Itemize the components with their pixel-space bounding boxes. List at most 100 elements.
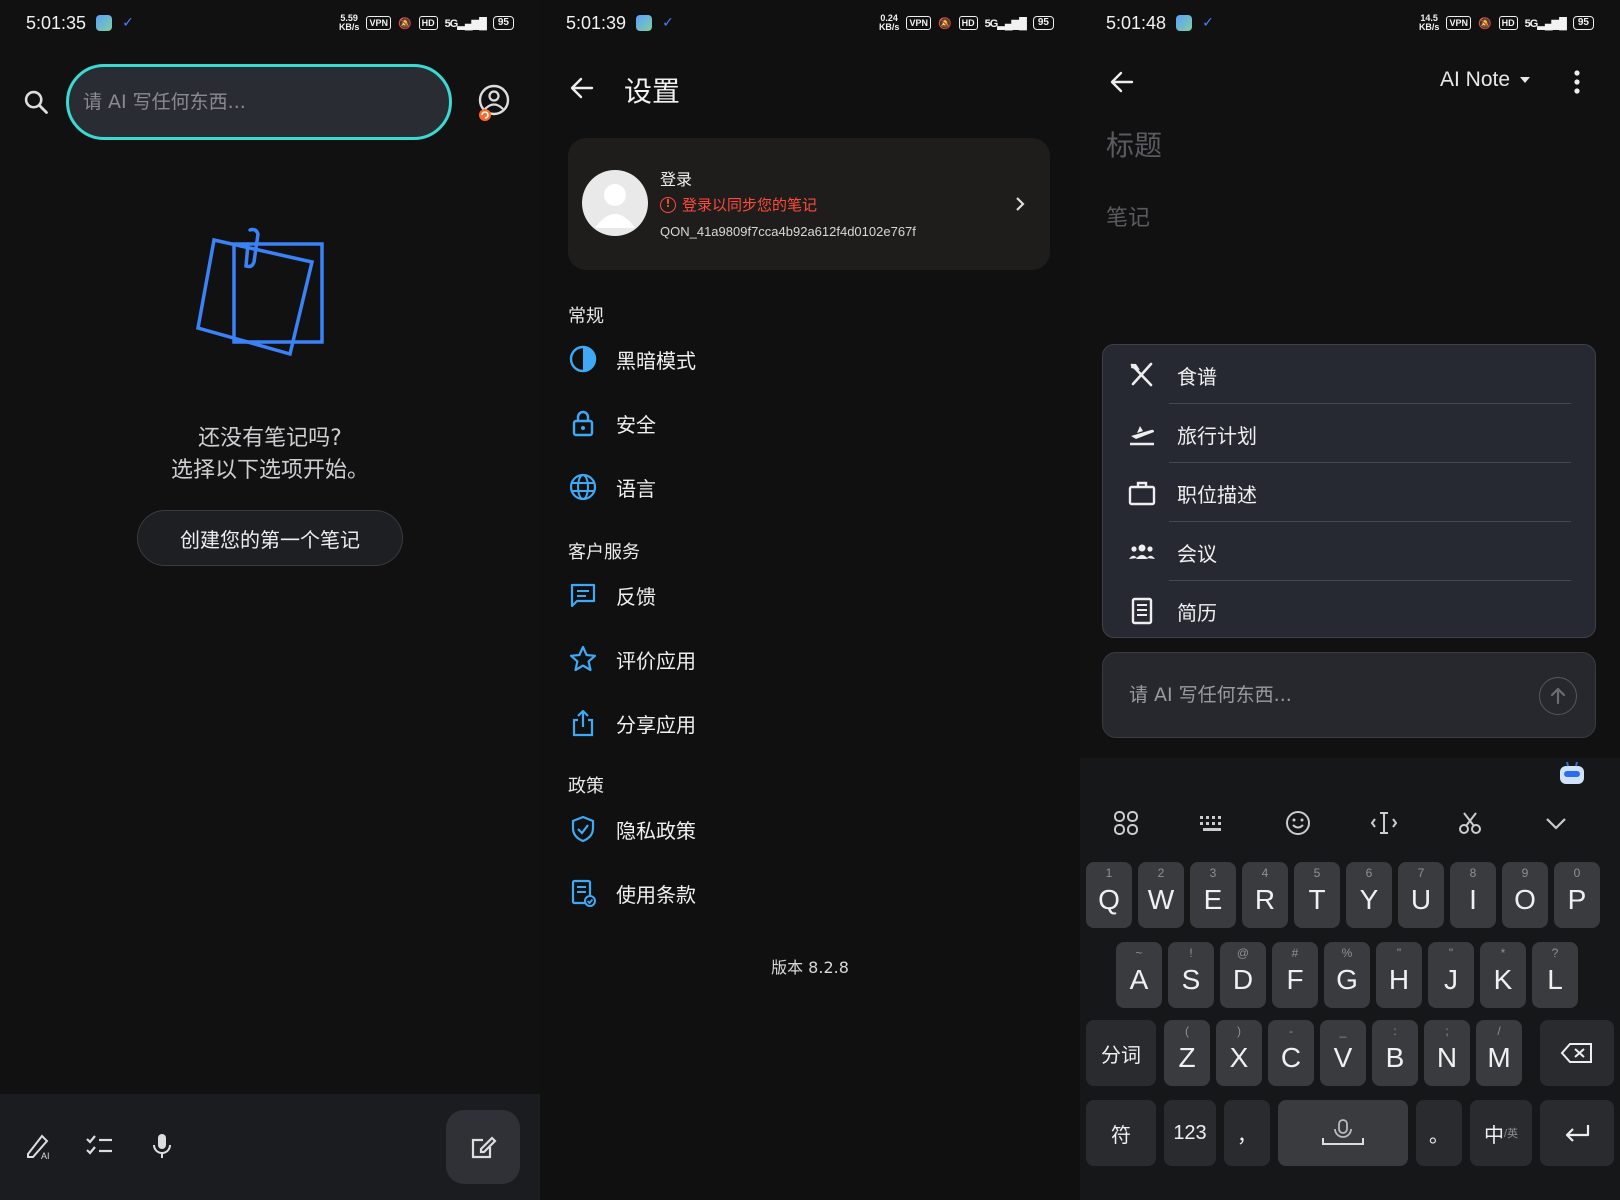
key-label: N [1436,1042,1458,1073]
key-numbers[interactable]: 123 [1164,1100,1216,1166]
people-icon [1129,544,1155,559]
key-e[interactable]: 3E [1190,862,1236,928]
ai-search-bar[interactable] [66,64,452,140]
key-b[interactable]: :B [1372,1020,1418,1086]
key-p[interactable]: 0P [1554,862,1600,928]
template-job-description[interactable]: 职位描述 [1127,463,1571,523]
key-k[interactable]: * K [1480,942,1526,1008]
collapse-keyboard-icon[interactable] [1538,808,1574,838]
keyboard-layout-icon[interactable] [1194,808,1230,838]
search-icon[interactable] [22,88,50,116]
apps-grid-icon[interactable] [1108,808,1144,838]
checklist-icon[interactable] [84,1130,116,1162]
key-secondary-label: # [1291,946,1299,960]
voice-space-icon [1322,1119,1364,1145]
vpn-badge: VPN [366,16,391,30]
note-title-field[interactable]: 标题 [1106,124,1162,164]
hd-badge: HD [1498,16,1518,30]
key-o[interactable]: 9O [1502,862,1548,928]
key-i[interactable]: 8I [1450,862,1496,928]
back-arrow-icon[interactable] [1108,68,1136,96]
signal-icon: 5G▂▄▆█ [984,17,1027,30]
backspace-key[interactable] [1540,1020,1614,1086]
ai-search-input[interactable] [83,91,449,113]
key-g[interactable]: % G [1324,942,1370,1008]
key-l[interactable]: ? L [1532,942,1578,1008]
status-bar: 5:01:35 ✓ 5.59 KB/s VPN 🔕 HD 5G▂▄▆█ 95 [26,8,514,38]
note-body-field[interactable]: 笔记 [1106,200,1150,232]
key-label: D [1232,964,1254,995]
key-n[interactable]: ; N [1424,1020,1470,1086]
scissors-icon[interactable] [1452,808,1488,838]
utensils-icon [1130,362,1153,387]
more-vert-icon[interactable] [1568,68,1586,96]
key-language-switch[interactable]: 中/英 [1470,1100,1532,1166]
setting-dark-mode[interactable]: 黑暗模式 [568,334,1048,384]
status-time: 5:01:39 [566,12,627,33]
key-label: J [1444,964,1458,995]
key-x[interactable]: ) X [1216,1020,1262,1086]
key-secondary-label: " [1448,946,1454,960]
handwriting-icon[interactable]: AI [22,1130,54,1162]
key-t[interactable]: 5T [1294,862,1340,928]
key-v[interactable]: _ V [1320,1020,1366,1086]
feedback-icon [570,583,596,608]
microphone-icon[interactable] [146,1130,178,1162]
backspace-icon [1560,1043,1592,1063]
key-f[interactable]: # F [1272,942,1318,1008]
key-y[interactable]: 6Y [1346,862,1392,928]
key-symbols[interactable]: 符 [1086,1100,1156,1166]
key-q[interactable]: 1Q [1086,862,1132,928]
key-comma[interactable]: ， [1224,1100,1270,1166]
key-r[interactable]: 4R [1242,862,1288,928]
back-arrow-icon[interactable] [568,74,596,102]
key-d[interactable]: @ D [1220,942,1266,1008]
emoji-icon[interactable] [1280,808,1316,838]
key-u[interactable]: 7U [1398,862,1444,928]
setting-terms[interactable]: 使用条款 [568,868,1048,918]
cursor-move-icon[interactable] [1366,808,1402,838]
key-c[interactable]: -C [1268,1020,1314,1086]
account-card[interactable]: 登录 ! 登录以同步您的笔记 QON_41a9809f7cca4b92a612f… [568,138,1050,270]
ai-prompt-input[interactable] [1129,684,1509,706]
key-secondary-label: ~ [1135,946,1143,960]
key-label: F [1286,964,1304,995]
keyboard-assistant-icon[interactable] [1558,760,1586,786]
key-a[interactable]: ~ A [1116,942,1162,1008]
send-button[interactable] [1539,677,1577,715]
key-secondary-label: - [1289,1024,1293,1038]
profile-icon[interactable] [476,84,512,124]
space-key[interactable] [1278,1100,1408,1166]
ai-prompt-box[interactable] [1102,652,1596,738]
key-label: Z [1178,1042,1196,1073]
key-z[interactable]: (Z [1164,1020,1210,1086]
key-fenci[interactable]: 分词 [1086,1020,1156,1086]
key-label: G [1336,964,1358,995]
key-h[interactable]: " H [1376,942,1422,1008]
setting-language[interactable]: 语言 [568,462,1048,512]
model-selector-dropdown[interactable]: AI Note [1440,68,1531,92]
setting-share-app[interactable]: 分享应用 [568,698,1048,748]
template-travel-plan[interactable]: 旅行计划 [1127,404,1571,464]
key-secondary-label: ? [1551,946,1559,960]
template-recipe[interactable]: 食谱 [1127,345,1571,405]
setting-security[interactable]: 安全 [568,398,1048,448]
enter-key[interactable] [1540,1100,1614,1166]
setting-privacy-policy[interactable]: 隐私政策 [568,804,1048,854]
key-secondary-label: 1 [1105,866,1113,880]
warning-icon: ! [660,196,676,213]
key-period[interactable]: 。 [1416,1100,1462,1166]
vpn-badge: VPN [906,16,931,30]
setting-rate-app[interactable]: 评价应用 [568,634,1048,684]
setting-feedback[interactable]: 反馈 [568,570,1048,620]
key-w[interactable]: 2W [1138,862,1184,928]
create-first-note-button[interactable]: 创建您的第一个笔记 [137,510,403,566]
key-label: I [1469,884,1477,915]
key-j[interactable]: " J [1428,942,1474,1008]
template-resume[interactable]: 简历 [1127,581,1571,637]
key-m[interactable]: / M [1476,1020,1522,1086]
template-meeting[interactable]: 会议 [1127,522,1571,582]
briefcase-icon [1128,481,1156,506]
new-note-button[interactable] [446,1110,520,1184]
key-s[interactable]: ! S [1168,942,1214,1008]
